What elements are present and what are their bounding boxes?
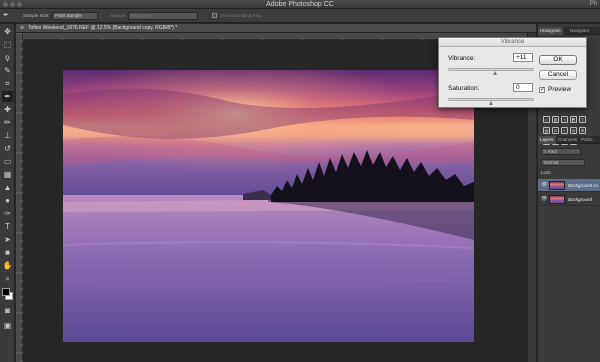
options-bar: ✒ Sample Size: Point Sample Sample: All … [0, 9, 600, 23]
history-brush-tool-icon[interactable]: ↺ [2, 143, 13, 154]
curves-adjust-icon[interactable]: ∿ [561, 116, 568, 123]
eraser-tool-icon[interactable]: ▭ [2, 156, 13, 167]
path-select-tool-icon[interactable]: ➤ [2, 234, 13, 245]
tab-layers[interactable]: Layers [538, 136, 556, 144]
shape-tool-icon[interactable]: ■ [2, 247, 13, 258]
eyedropper-icon[interactable]: ✒ [3, 12, 15, 20]
document-tab[interactable]: ⊗ Tofino Weekend_1676.NEF @ 12.5% (Backg… [16, 24, 536, 33]
layer-filter-kind: Kind [547, 149, 557, 154]
vibrance-input[interactable]: +11 [513, 53, 533, 62]
crop-tool-icon[interactable]: ⌗ [2, 78, 13, 89]
sample-size-select[interactable]: Point Sample [52, 12, 98, 20]
layer-name: Background co [568, 183, 599, 188]
saturation-label: Saturation: [448, 85, 480, 92]
foreground-color-swatch[interactable] [2, 288, 10, 296]
mixer-adjust-icon[interactable]: ⊞ [579, 127, 586, 134]
layers-panel-tabs: Layers Channels Paths [538, 136, 600, 144]
vibrance-label: Vibrance: [448, 55, 476, 62]
bw-adjust-icon[interactable]: ◐ [561, 127, 568, 134]
title-bar: Adobe Photoshop CC Ph [0, 0, 600, 9]
pen-tool-icon[interactable]: ✑ [2, 208, 13, 219]
close-icon[interactable]: ⊗ [20, 24, 24, 33]
move-tool-icon[interactable]: ✥ [2, 26, 13, 37]
hand-tool-icon[interactable]: ✋ [2, 260, 13, 271]
document-image[interactable] [63, 70, 474, 342]
preview-checkbox[interactable]: ✓ [539, 87, 545, 93]
brightness-adjust-icon[interactable]: ☼ [543, 116, 550, 123]
brush-tool-icon[interactable]: ✏ [2, 117, 13, 128]
layer-row[interactable]: 👁 Background co [538, 179, 600, 192]
marquee-tool-icon[interactable]: ⬚ [2, 39, 13, 50]
layer-row[interactable]: 👁 Background [538, 193, 600, 206]
quick-mask-icon[interactable]: ◙ [2, 305, 13, 316]
saturation-input[interactable]: 0 [513, 83, 533, 92]
tools-panel: ✥ ⬚ ϙ ✎ ⌗ ✒ ✚ ✏ ⊥ ↺ ▭ ▦ ▲ ● ✑ T ➤ ■ ✋ ⌕ … [0, 24, 15, 362]
exposure-adjust-icon[interactable]: ◩ [570, 116, 577, 123]
document-tab-label: Tofino Weekend_1676.NEF @ 12.5% (Backgro… [28, 25, 178, 31]
quick-select-tool-icon[interactable]: ✎ [2, 65, 13, 76]
dodge-tool-icon[interactable]: ● [2, 195, 13, 206]
photo-filter-adjust-icon[interactable]: ◎ [570, 127, 577, 134]
lasso-tool-icon[interactable]: ϙ [2, 52, 13, 63]
layer-thumbnail [549, 181, 565, 190]
levels-adjust-icon[interactable]: ▥ [552, 116, 559, 123]
clone-stamp-tool-icon[interactable]: ⊥ [2, 130, 13, 141]
zoom-tool-icon[interactable]: ⌕ [2, 273, 13, 284]
tab-navigator[interactable]: Navigator [568, 27, 591, 35]
top-panel-tabs: Histogram Navigator [538, 27, 600, 35]
sample-label: Sample: [110, 13, 127, 18]
vibrance-adjust-icon[interactable]: ▽ [579, 116, 586, 123]
vibrance-slider-thumb[interactable] [493, 71, 498, 75]
layer-name: Background [568, 197, 593, 202]
visibility-eye-icon[interactable]: 👁 [541, 197, 547, 202]
app-badge: Ph [589, 1, 597, 7]
ok-button[interactable]: OK [539, 55, 577, 65]
color-balance-adjust-icon[interactable]: ⚖ [552, 127, 559, 134]
tab-paths[interactable]: Paths [579, 136, 595, 144]
show-ring-checkbox[interactable] [212, 13, 217, 18]
screen-mode-icon[interactable]: ▣ [2, 320, 13, 331]
sample-size-label: Sample Size: [23, 13, 50, 18]
show-ring-label: Show Sampling Ring [220, 13, 262, 18]
healing-tool-icon[interactable]: ✚ [2, 104, 13, 115]
cancel-button[interactable]: Cancel [539, 70, 577, 80]
vibrance-dialog: Vibrance Vibrance: +11 Saturation: 0 OK … [438, 37, 587, 108]
dialog-title: Vibrance [439, 38, 586, 47]
preview-label: Preview [548, 86, 572, 93]
gradient-tool-icon[interactable]: ▦ [2, 169, 13, 180]
saturation-slider[interactable] [448, 98, 534, 105]
hue-adjust-icon[interactable]: ▤ [543, 127, 550, 134]
visibility-eye-icon[interactable]: 👁 [541, 183, 547, 188]
lock-label: Lock: [541, 170, 552, 175]
blur-tool-icon[interactable]: ▲ [2, 182, 13, 193]
tab-channels[interactable]: Channels [556, 136, 579, 144]
type-tool-icon[interactable]: T [2, 221, 13, 232]
blend-mode-select[interactable]: Normal [541, 159, 585, 166]
tab-histogram[interactable]: Histogram [538, 27, 563, 35]
vibrance-slider[interactable] [448, 68, 534, 75]
layer-filter-select[interactable]: ⌕ Kind [541, 148, 581, 155]
app-title: Adobe Photoshop CC [266, 1, 334, 8]
vertical-ruler[interactable] [16, 32, 23, 362]
eyedropper-tool-icon[interactable]: ✒ [2, 91, 13, 102]
saturation-slider-thumb[interactable] [488, 101, 493, 105]
sample-select[interactable]: All Layers [128, 12, 198, 20]
layer-thumbnail [549, 195, 565, 204]
